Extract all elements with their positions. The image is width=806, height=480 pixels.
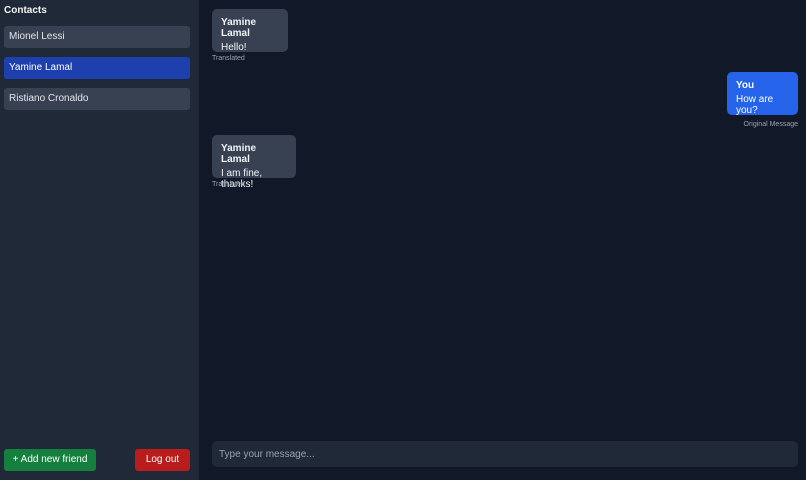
message-outgoing: You How are you? Original Message: [727, 72, 798, 128]
message-incoming: Yamine Lamal Hello! Translated: [212, 9, 288, 62]
message-text: Hello!: [221, 42, 247, 53]
message-input[interactable]: [212, 441, 798, 467]
contact-item-ristiano-cronaldo[interactable]: Ristiano Cronaldo: [4, 88, 190, 110]
add-friend-button[interactable]: + Add new friend: [4, 449, 96, 471]
sidebar-title: Contacts: [4, 5, 47, 16]
message-status: Translated: [212, 55, 245, 62]
message-sender: Yamine Lamal: [221, 143, 257, 165]
logout-button[interactable]: Log out: [135, 449, 190, 471]
message-sender: Yamine Lamal: [221, 17, 257, 39]
message-text: How are you?: [736, 94, 774, 116]
chat-panel: Yamine Lamal Hello! Translated You How a…: [199, 0, 806, 480]
sidebar: Contacts Mionel Lessi Yamine Lamal Risti…: [0, 0, 199, 480]
message-bubble: Yamine Lamal Hello!: [212, 9, 288, 53]
message-status: Translated: [212, 181, 245, 188]
message-bubble: Yamine Lamal I am fine, thanks!: [212, 135, 296, 190]
contact-item-mionel-lessi[interactable]: Mionel Lessi: [4, 26, 190, 48]
message-status: Original Message: [743, 121, 798, 128]
chat-app: Contacts Mionel Lessi Yamine Lamal Risti…: [0, 0, 806, 480]
contact-list: Mionel Lessi Yamine Lamal Ristiano Crona…: [4, 26, 190, 119]
message-sender: You: [736, 80, 755, 91]
message-incoming: Yamine Lamal I am fine, thanks! Translat…: [212, 135, 296, 190]
message-bubble: You How are you?: [727, 72, 798, 116]
contact-item-yamine-lamal[interactable]: Yamine Lamal: [4, 57, 190, 79]
